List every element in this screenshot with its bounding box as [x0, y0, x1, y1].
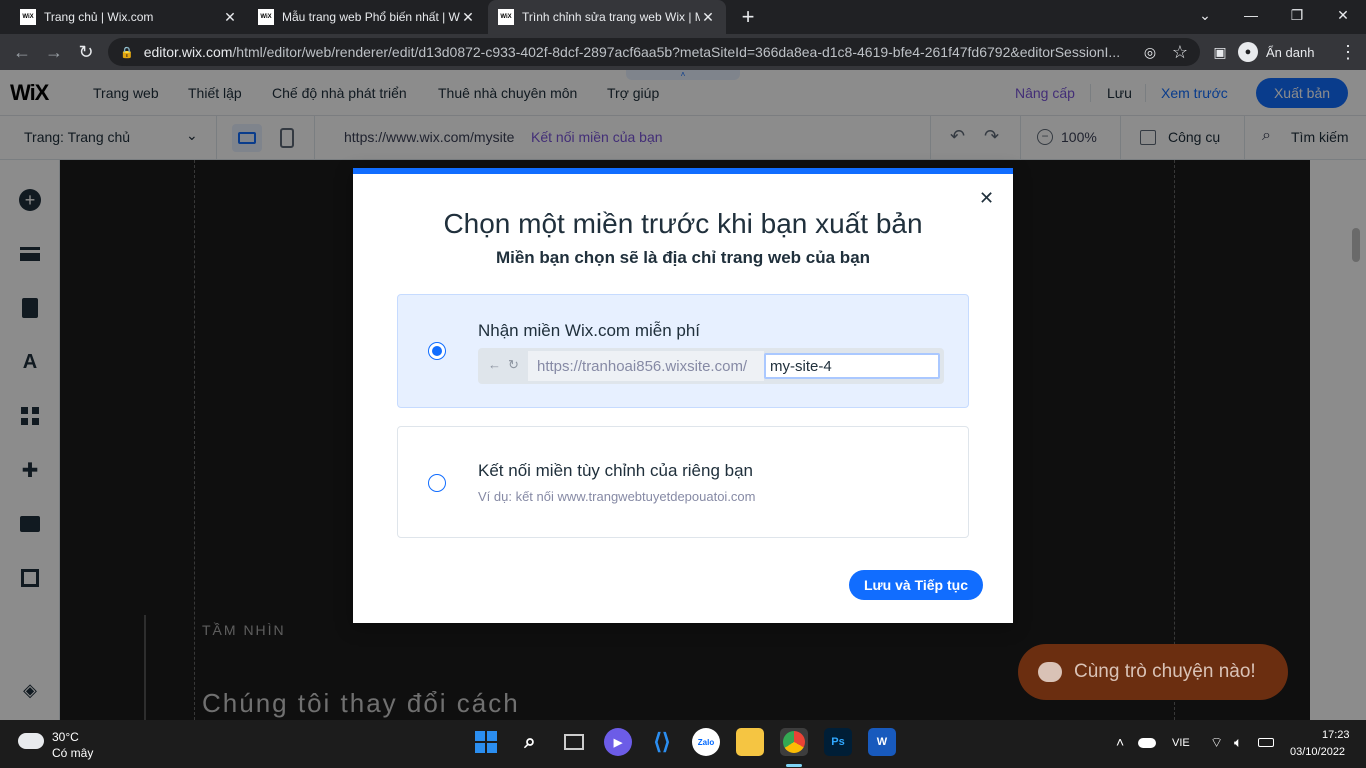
close-tab-icon[interactable]: ✕ — [460, 9, 476, 26]
url-preview-box: ← ↻ https://tranhoai856.wixsite.com/ — [478, 348, 944, 384]
dialog-title: Chọn một miền trước khi bạn xuất bản — [443, 208, 923, 239]
wix-favicon-icon: WiX — [20, 9, 36, 25]
vscode-icon[interactable]: ⟨⟩ — [648, 728, 676, 756]
incognito-icon: ● — [1238, 42, 1258, 62]
reload-icon[interactable]: ↻ — [74, 40, 98, 64]
search-icon[interactable]: ⌕ — [516, 728, 544, 756]
option-custom-domain-hint: Ví dụ: kết nối www.trangwebtuyetdepouato… — [478, 489, 756, 504]
radio-free-domain[interactable] — [428, 342, 446, 360]
radio-custom-domain[interactable] — [428, 474, 446, 492]
clock-date[interactable]: 03/10/2022 — [1290, 746, 1345, 758]
chat-bubble-icon — [1038, 662, 1062, 682]
option-custom-domain-label: Kết nối miền tùy chỉnh của riêng bạn — [478, 461, 754, 480]
browser-tab[interactable]: WiX Trang chủ | Wix.com ✕ — [10, 0, 248, 34]
menu-dots-icon[interactable]: ⋮ — [1336, 40, 1360, 64]
file-explorer-icon[interactable] — [736, 728, 764, 756]
clock-time[interactable]: 17:23 — [1322, 729, 1350, 741]
tab-search-icon[interactable]: ⌄ — [1182, 0, 1228, 30]
side-panel-icon[interactable]: ▣ — [1208, 40, 1232, 64]
battery-icon[interactable] — [1258, 738, 1274, 747]
wifi-icon[interactable]: ⌔ — [1210, 734, 1223, 752]
wix-favicon-icon: WiX — [258, 9, 274, 25]
tab-title: Trang chủ | Wix.com — [44, 10, 154, 24]
eye-off-icon[interactable]: ◎ — [1138, 40, 1162, 64]
option-free-domain[interactable]: Nhận miền Wix.com miễn phí ← ↻ https://t… — [397, 294, 969, 408]
chat-widget[interactable]: Cùng trò chuyện nào! — [1018, 644, 1288, 700]
volume-icon[interactable]: 🔈︎ — [1234, 734, 1242, 751]
site-name-input[interactable] — [764, 353, 940, 379]
url-host: editor.wix.com — [143, 44, 233, 60]
close-window-button[interactable]: ✕ — [1320, 0, 1366, 30]
mini-reload-icon: ↻ — [508, 357, 519, 372]
word-icon[interactable]: W — [868, 728, 896, 756]
browser-tab[interactable]: WiX Mẫu trang web Phổ biến nhất | W ✕ — [248, 0, 486, 34]
incognito-profile[interactable]: ● Ẩn danh — [1238, 40, 1314, 64]
chevron-up-icon[interactable]: ˄ — [1116, 734, 1124, 750]
weather-desc[interactable]: Có mây — [52, 746, 93, 760]
chrome-icon[interactable] — [780, 728, 808, 756]
onedrive-icon[interactable] — [1138, 738, 1156, 748]
browser-tab-strip: WiX Trang chủ | Wix.com ✕ WiX Mẫu trang … — [0, 0, 1366, 34]
chat-label: Cùng trò chuyện nào! — [1074, 661, 1256, 682]
input-language[interactable]: VIE — [1172, 737, 1190, 749]
close-icon[interactable]: ✕ — [979, 188, 994, 209]
option-free-domain-label: Nhận miền Wix.com miễn phí — [478, 321, 701, 340]
wix-favicon-icon: WiX — [498, 9, 514, 25]
browser-toolbar: ← → ↻ 🔒 editor.wix.com/html/editor/web/r… — [0, 34, 1366, 70]
new-tab-button[interactable]: + — [736, 5, 760, 29]
zalo-icon[interactable]: Zalo — [692, 728, 720, 756]
teams-chat-icon[interactable]: ▶ — [604, 728, 632, 756]
save-continue-button[interactable]: Lưu và Tiếp tục — [849, 570, 983, 600]
url-path: /html/editor/web/renderer/edit/d13d0872-… — [232, 44, 1121, 60]
task-view-icon[interactable] — [560, 728, 588, 756]
forward-icon[interactable]: → — [42, 40, 66, 64]
choose-domain-dialog: ✕ Chọn một miền trước khi bạn xuất bản M… — [353, 168, 1013, 623]
bookmark-star-icon[interactable]: ☆ — [1168, 40, 1192, 64]
profile-label: Ẩn danh — [1266, 44, 1315, 60]
weather-temp[interactable]: 30°C — [52, 730, 79, 744]
tab-title: Mẫu trang web Phổ biến nhất | W — [282, 10, 460, 24]
minimize-button[interactable]: — — [1228, 0, 1274, 30]
dialog-subtitle: Miền bạn chọn sẽ là địa chỉ trang web củ… — [495, 248, 871, 267]
address-bar[interactable]: 🔒 editor.wix.com/html/editor/web/rendere… — [108, 38, 1200, 66]
close-tab-icon[interactable]: ✕ — [222, 9, 238, 26]
tab-title: Trình chỉnh sửa trang web Wix | M — [522, 10, 700, 24]
restore-button[interactable]: ❐ — [1274, 0, 1320, 30]
mini-back-icon: ← — [488, 357, 501, 372]
windows-taskbar: 30°C Có mây ⌕ ▶ ⟨⟩ Zalo Ps W ˄ VIE ⌔ 🔈︎ … — [0, 720, 1366, 768]
back-icon[interactable]: ← — [10, 40, 34, 64]
lock-icon: 🔒 — [120, 46, 134, 59]
start-icon[interactable] — [472, 728, 500, 756]
photoshop-icon[interactable]: Ps — [824, 728, 852, 756]
close-tab-icon[interactable]: ✕ — [700, 9, 716, 26]
browser-tab-active[interactable]: WiX Trình chỉnh sửa trang web Wix | M ✕ — [488, 0, 726, 34]
option-custom-domain[interactable]: Kết nối miền tùy chỉnh của riêng bạn Ví … — [397, 426, 969, 538]
active-app-indicator — [786, 764, 802, 767]
cloud-icon[interactable] — [18, 733, 44, 749]
domain-prefix: https://tranhoai856.wixsite.com/ — [537, 358, 748, 375]
